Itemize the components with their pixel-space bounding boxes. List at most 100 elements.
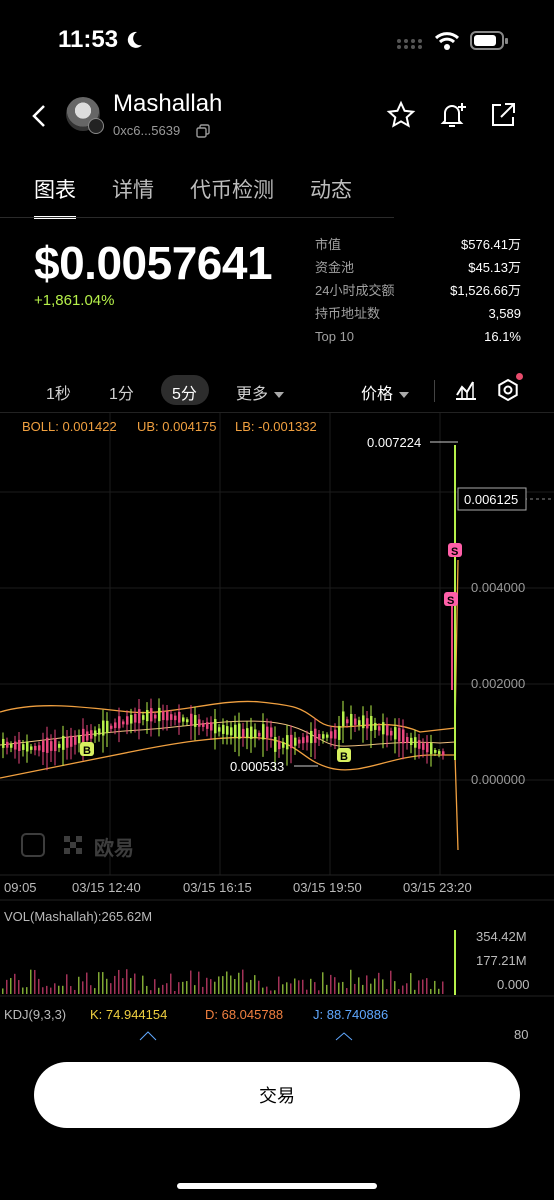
candle-body xyxy=(134,713,137,723)
price-chart[interactable]: 0.006125 0.007224 0.000533 0.004000 0.00… xyxy=(0,413,554,1043)
candle-body xyxy=(394,727,397,740)
candle-body xyxy=(366,718,369,729)
candle-body xyxy=(378,726,381,731)
candle-body xyxy=(314,728,317,743)
volume-bar xyxy=(226,971,228,994)
volume-bar xyxy=(74,989,76,994)
current-price: $0.0057641 xyxy=(34,237,273,289)
wifi-icon xyxy=(434,32,460,50)
candle-body xyxy=(414,737,417,748)
stat-row-market-cap: 市值 $576.41万 xyxy=(315,233,521,256)
candle-body xyxy=(302,737,305,744)
volume-bar xyxy=(222,976,224,994)
volume-bar xyxy=(314,982,316,994)
volume-bar xyxy=(194,985,196,994)
stat-label: Top 10 xyxy=(315,329,355,344)
battery-icon xyxy=(470,31,508,50)
volume-bar xyxy=(34,969,36,994)
candle-body xyxy=(442,751,445,756)
kdj-label: KDJ(9,3,3) xyxy=(4,1007,66,1022)
candle-body xyxy=(10,743,13,748)
star-icon[interactable] xyxy=(386,100,416,130)
candle-body xyxy=(174,715,177,721)
stat-label: 持币地址数 xyxy=(315,306,381,321)
alert-bell-icon[interactable] xyxy=(437,100,469,130)
chevron-down-icon xyxy=(274,391,285,398)
stat-value: $45.13万 xyxy=(468,260,521,275)
stat-row-liquidity: 资金池 $45.13万 xyxy=(315,256,521,279)
candle-body xyxy=(318,734,321,740)
volume-bar xyxy=(82,981,84,994)
copy-icon[interactable] xyxy=(196,124,210,138)
volume-bar xyxy=(142,975,144,994)
volume-bar xyxy=(262,987,264,994)
volume-bar xyxy=(398,989,400,994)
candle-body xyxy=(282,742,285,748)
settings-gear-icon[interactable] xyxy=(496,378,520,402)
volume-bar xyxy=(90,985,92,994)
volume-bar xyxy=(414,989,416,994)
volume-bar xyxy=(46,985,48,994)
sell-marker-2: S xyxy=(444,592,458,607)
candle-body xyxy=(286,735,289,750)
candle-body xyxy=(42,740,45,753)
volume-bar xyxy=(270,990,272,994)
x-tick: 03/15 16:15 xyxy=(183,880,252,895)
price-type-select[interactable]: 价格 xyxy=(361,380,410,404)
boll-lb: LB: -0.001332 xyxy=(235,419,317,434)
candle-body xyxy=(130,714,133,724)
volume-bar xyxy=(358,977,360,994)
tab-details[interactable]: 详情 xyxy=(112,174,154,219)
timeframe-1s[interactable]: 1秒 xyxy=(46,380,71,404)
candle-body xyxy=(126,716,129,725)
candle-body xyxy=(178,711,181,723)
volume-bar xyxy=(198,971,200,994)
candle-body xyxy=(206,722,209,729)
stat-label: 24小时成交额 xyxy=(315,283,395,298)
trade-button[interactable]: 交易 xyxy=(34,1062,520,1128)
candle-body xyxy=(202,723,205,727)
token-name: Mashallah xyxy=(113,90,223,117)
toolbar-divider xyxy=(434,380,435,402)
share-icon[interactable] xyxy=(488,100,518,130)
timeframe-1m[interactable]: 1分 xyxy=(109,380,134,404)
candle-body xyxy=(254,729,257,738)
buy-marker-text: B xyxy=(83,745,91,757)
candle-body xyxy=(198,719,201,727)
candle-body xyxy=(194,715,197,727)
volume-bar xyxy=(366,975,368,994)
tab-token-check[interactable]: 代币检测 xyxy=(190,174,274,219)
timeframe-more[interactable]: 更多 xyxy=(236,380,285,404)
volume-bar xyxy=(370,983,372,994)
volume-bar xyxy=(322,972,324,994)
tab-chart[interactable]: 图表 xyxy=(34,174,76,219)
volume-bar xyxy=(42,987,44,994)
volume-bar xyxy=(246,982,248,994)
timeframe-5m[interactable]: 5分 xyxy=(172,380,197,404)
candle-body xyxy=(274,736,277,752)
max-price-label: 0.007224 xyxy=(367,435,421,450)
candle-body xyxy=(426,742,429,753)
volume-bar xyxy=(334,977,336,994)
current-price-label: 0.006125 xyxy=(464,492,518,507)
candle-body xyxy=(158,707,161,722)
volume-bar xyxy=(350,969,352,994)
candle-body xyxy=(210,722,213,731)
stat-value: $1,526.66万 xyxy=(450,283,521,298)
indicator-icon[interactable] xyxy=(454,379,478,401)
volume-bar xyxy=(130,978,132,994)
stat-label: 市值 xyxy=(315,237,342,252)
volume-bar xyxy=(210,979,212,994)
volume-bar xyxy=(202,986,204,994)
candle-body xyxy=(406,737,409,743)
x-tick: 03/15 23:20 xyxy=(403,880,472,895)
candle-body xyxy=(6,741,9,748)
vol-tick: 354.42M xyxy=(476,929,527,944)
volume-bar xyxy=(86,972,88,994)
volume-bar xyxy=(282,984,284,994)
back-arrow-icon[interactable] xyxy=(30,104,50,128)
tab-activity[interactable]: 动态 xyxy=(310,174,352,219)
candle-body xyxy=(298,739,301,744)
volume-bar xyxy=(6,979,8,994)
volume-bar xyxy=(374,978,376,994)
